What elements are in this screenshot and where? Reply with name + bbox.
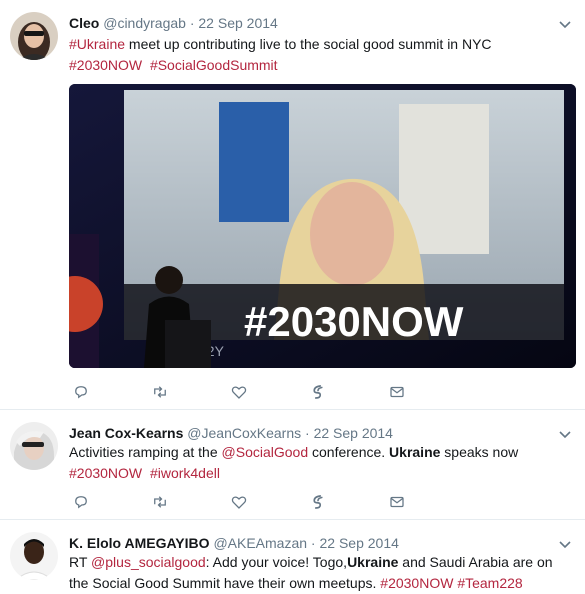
like-icon[interactable] xyxy=(227,490,251,514)
tweet-text: RT @plus_socialgood: Add your voice! Tog… xyxy=(69,552,573,594)
avatar[interactable] xyxy=(10,422,58,470)
hashtag-link[interactable]: #2030NOW xyxy=(69,57,142,73)
tweet[interactable]: Cleo @cindyragab · 22 Sep 2014 #Ukraine … xyxy=(0,0,585,410)
text-span: conference. xyxy=(308,444,390,460)
chevron-down-icon[interactable] xyxy=(557,536,573,552)
direct-message-icon[interactable] xyxy=(385,380,409,404)
user-handle[interactable]: @AKEAmazan xyxy=(213,535,307,551)
hashtag-link[interactable]: #SocialGoodSummit xyxy=(150,57,278,73)
display-name[interactable]: K. Elolo AMEGAYIBO xyxy=(69,535,210,551)
user-handle[interactable]: @JeanCoxKearns xyxy=(187,425,301,441)
display-name[interactable]: Cleo xyxy=(69,15,99,31)
avatar[interactable] xyxy=(10,12,58,60)
separator: · xyxy=(305,425,310,441)
tweet-text: #Ukraine meet up contributing live to th… xyxy=(69,34,573,76)
chevron-down-icon[interactable] xyxy=(557,426,573,442)
text-span: : Add your voice! Togo, xyxy=(205,554,348,570)
text-span: meet up contributing live to the social … xyxy=(125,36,492,52)
avatar[interactable] xyxy=(10,532,58,580)
text-span: the Social Good Summit have their own me… xyxy=(69,575,381,591)
highlighted-keyword: Ukraine xyxy=(389,444,441,460)
hashtag-link[interactable]: #Ukraine xyxy=(69,36,125,52)
tweet-date[interactable]: 22 Sep 2014 xyxy=(314,425,393,441)
tweet-header: Jean Cox-Kearns @JeanCoxKearns · 22 Sep … xyxy=(69,424,545,442)
tweet-header: K. Elolo AMEGAYIBO @AKEAmazan · 22 Sep 2… xyxy=(69,534,545,552)
retweet-icon[interactable] xyxy=(148,490,172,514)
hashtag-link[interactable]: #iwork4dell xyxy=(150,465,220,481)
tweet-text: Activities ramping at the @SocialGood co… xyxy=(69,442,573,484)
reply-icon[interactable] xyxy=(69,380,93,404)
like-icon[interactable] xyxy=(227,380,251,404)
tweet-header: Cleo @cindyragab · 22 Sep 2014 xyxy=(69,14,545,32)
text-span: speaks now xyxy=(440,444,519,460)
reply-icon[interactable] xyxy=(69,490,93,514)
text-span: and Saudi Arabia are on xyxy=(398,554,553,570)
hashtag-link[interactable]: #Team228 xyxy=(457,575,522,591)
retweet-icon[interactable] xyxy=(148,380,172,404)
direct-message-icon[interactable] xyxy=(385,490,409,514)
mention-link[interactable]: @SocialGood xyxy=(222,444,309,460)
moments-icon[interactable] xyxy=(306,490,330,514)
hashtag-link[interactable]: #2030NOW xyxy=(69,465,142,481)
tweet-date[interactable]: 22 Sep 2014 xyxy=(319,535,398,551)
moments-icon[interactable] xyxy=(306,380,330,404)
tweet-media-photo[interactable]: #2030NOW 92Y xyxy=(69,84,576,368)
tweet-actions xyxy=(69,490,429,514)
text-span: RT xyxy=(69,554,92,570)
user-handle[interactable]: @cindyragab xyxy=(103,15,186,31)
tweet[interactable]: K. Elolo AMEGAYIBO @AKEAmazan · 22 Sep 2… xyxy=(0,520,585,594)
hashtag-link[interactable]: #2030NOW xyxy=(380,575,453,591)
tweet-date[interactable]: 22 Sep 2014 xyxy=(198,15,277,31)
highlighted-keyword: Ukraine xyxy=(347,554,399,570)
separator: · xyxy=(310,535,316,551)
tweet[interactable]: Jean Cox-Kearns @JeanCoxKearns · 22 Sep … xyxy=(0,410,585,520)
tweet-actions xyxy=(69,380,429,404)
mention-link[interactable]: @plus_socialgood xyxy=(91,554,206,570)
chevron-down-icon[interactable] xyxy=(557,16,573,32)
screen-hashtag-text: #2030NOW xyxy=(244,298,464,345)
display-name[interactable]: Jean Cox-Kearns xyxy=(69,425,183,441)
text-span: Activities ramping at the xyxy=(69,444,222,460)
separator: · xyxy=(189,15,195,31)
